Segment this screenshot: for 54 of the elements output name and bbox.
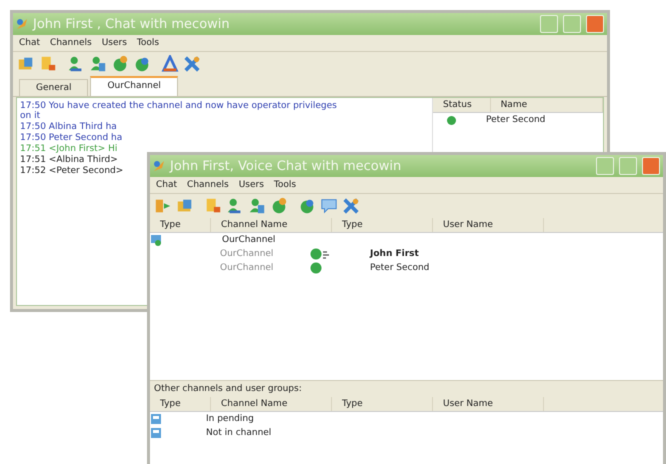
menu-item[interactable]: Chat bbox=[19, 38, 40, 48]
speech-bubble-icon[interactable] bbox=[320, 197, 338, 215]
menu-item[interactable]: Tools bbox=[274, 180, 296, 190]
column-header[interactable]: Type bbox=[332, 218, 433, 232]
minimize-button[interactable] bbox=[540, 15, 558, 33]
maximize-button[interactable] bbox=[563, 15, 581, 33]
menu-item[interactable]: Chat bbox=[156, 180, 178, 190]
document-icon[interactable] bbox=[39, 55, 57, 73]
app-icon bbox=[16, 18, 28, 30]
window-title: John First, Voice Chat with mecowin bbox=[170, 158, 402, 174]
channel-icon bbox=[150, 234, 162, 246]
users-icon[interactable] bbox=[89, 55, 107, 73]
tools-icon[interactable] bbox=[183, 55, 201, 73]
channel-name: OurChannel bbox=[219, 263, 274, 273]
column-header[interactable]: Channel Name bbox=[211, 218, 332, 232]
chat-message: 17:52 <Peter Second> bbox=[20, 166, 124, 176]
user-name[interactable]: Peter Second bbox=[370, 263, 430, 273]
channel-name[interactable]: OurChannel bbox=[162, 235, 276, 245]
document-icon[interactable] bbox=[204, 197, 222, 215]
triangle-icon[interactable] bbox=[161, 55, 179, 73]
minimize-button[interactable] bbox=[596, 157, 614, 175]
close-button[interactable] bbox=[642, 157, 660, 175]
tab[interactable]: General bbox=[19, 79, 88, 96]
arrow-icon[interactable] bbox=[154, 197, 172, 215]
chat-message: 17:51 <Albina Third> bbox=[20, 155, 118, 165]
group-name[interactable]: Not in channel bbox=[162, 428, 272, 438]
chat-message: 17:51 <John First> Hi bbox=[20, 144, 118, 154]
group-name[interactable]: In pending bbox=[162, 414, 254, 424]
chat-message: 17:50 Albina Third ha bbox=[20, 122, 117, 132]
users-icon[interactable] bbox=[248, 197, 266, 215]
column-header[interactable]: Name bbox=[490, 98, 603, 112]
maximize-button[interactable] bbox=[619, 157, 637, 175]
column-header[interactable]: Status bbox=[433, 98, 491, 112]
app-icon bbox=[153, 160, 165, 172]
column-header[interactable]: User Name bbox=[433, 218, 544, 232]
user-name[interactable]: Peter Second bbox=[486, 115, 546, 125]
user-name[interactable]: John First bbox=[370, 249, 419, 259]
channel-name: OurChannel bbox=[219, 249, 274, 259]
menu-item[interactable]: Channels bbox=[187, 180, 229, 190]
tools-icon[interactable] bbox=[342, 197, 360, 215]
window-title: John First , Chat with mecowin bbox=[33, 16, 231, 32]
menu-item[interactable]: Users bbox=[238, 180, 264, 190]
column-header[interactable]: Type bbox=[332, 397, 433, 411]
menu-item[interactable]: Channels bbox=[50, 38, 92, 48]
column-header[interactable]: User Name bbox=[433, 397, 544, 411]
chat-message: 17:50 You have created the channel and now have operator privileges on it bbox=[20, 101, 338, 121]
menu-item[interactable]: Users bbox=[102, 38, 127, 48]
tab[interactable]: OurChannel bbox=[90, 76, 178, 96]
chat-message: 17:50 Peter Second ha bbox=[20, 133, 122, 143]
close-button[interactable] bbox=[586, 15, 604, 33]
column-header[interactable]: Type bbox=[150, 397, 211, 411]
column-header[interactable]: Channel Name bbox=[211, 397, 332, 411]
column-header[interactable]: Type bbox=[150, 218, 211, 232]
menu-item[interactable]: Tools bbox=[136, 38, 160, 48]
